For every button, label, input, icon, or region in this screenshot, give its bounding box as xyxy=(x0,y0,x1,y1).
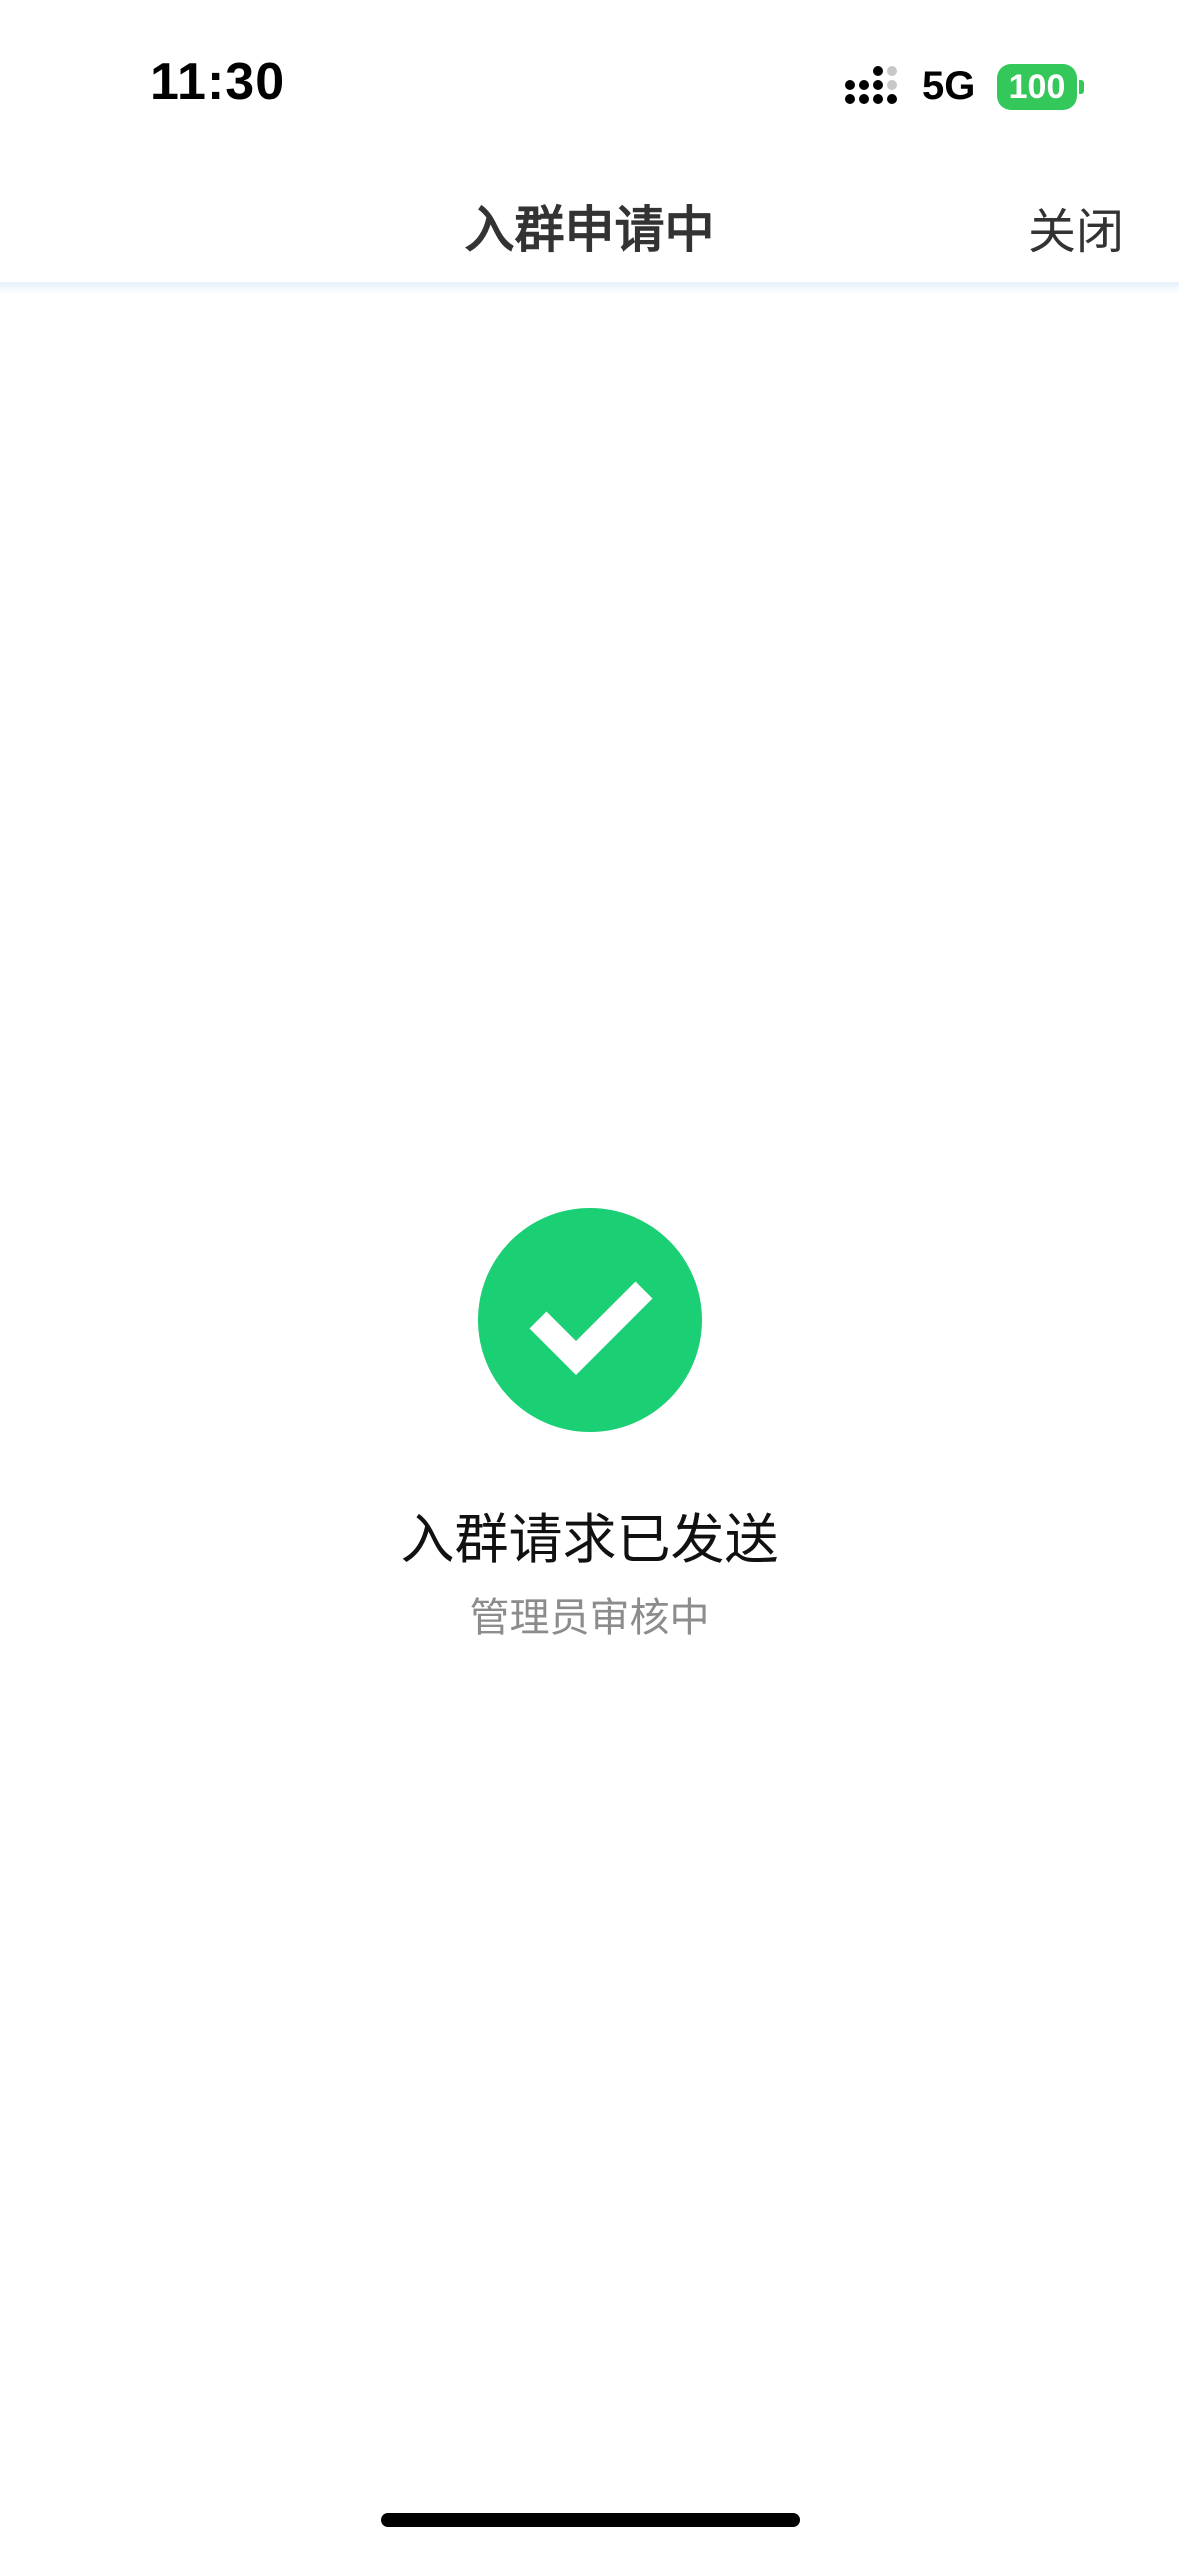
result-title: 入群请求已发送 xyxy=(400,1508,779,1571)
result-subtitle: 管理员审核中 xyxy=(469,1595,710,1641)
battery-nub xyxy=(1079,80,1084,94)
status-bar: 11:30 5G 100 xyxy=(0,0,1179,170)
network-type: 5G xyxy=(922,64,976,108)
nav-divider xyxy=(0,282,1179,294)
home-indicator[interactable] xyxy=(381,2513,800,2527)
cellular-signal-icon xyxy=(845,66,905,110)
battery-icon: 100 xyxy=(997,64,1077,110)
status-time: 11:30 xyxy=(150,53,286,111)
page-title: 入群申请中 xyxy=(464,201,715,259)
check-circle-icon xyxy=(478,1208,702,1432)
check-circle-background xyxy=(478,1208,702,1432)
close-button[interactable]: 关闭 xyxy=(1028,192,1124,262)
nav-bar: 入群申请中 关闭 xyxy=(0,170,1179,285)
